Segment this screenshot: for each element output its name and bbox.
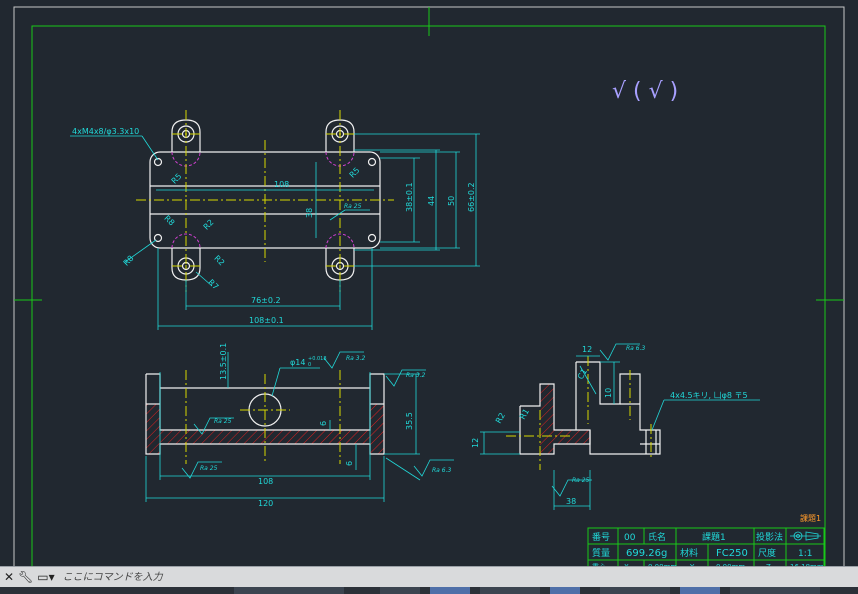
dim-44: 44 xyxy=(427,196,436,206)
dim-6-a: 6 xyxy=(319,421,328,426)
surface-symbols: √ ( √ ) xyxy=(612,79,678,104)
tb-r2-c3: 材料 xyxy=(680,547,698,559)
roughness-ra25-b: Ra 25 xyxy=(200,465,218,472)
dim-12-side-vertical: 12 xyxy=(471,438,480,448)
status-button[interactable] xyxy=(730,587,820,594)
dim-35-5: 35.5 xyxy=(405,412,414,430)
tb-r1-c4: 課題1 xyxy=(702,531,726,543)
title-label: 課題1 xyxy=(800,513,821,523)
wrench-icon[interactable]: 🔧︎ xyxy=(18,570,33,584)
dim-10: 10 xyxy=(604,388,613,398)
drawing-canvas[interactable]: √ ( √ ) 4xM4x8/φ3.3x10 R5 R5 R8 R8 R2 R2… xyxy=(0,0,858,594)
status-button[interactable] xyxy=(550,587,580,594)
dim-108-inner: 108 xyxy=(274,180,289,189)
dim-108-front: 108 xyxy=(258,477,273,486)
hole-note-top: 4xM4x8/φ3.3x10 xyxy=(72,127,139,136)
tb-r2-c6: 1:1 xyxy=(798,549,812,559)
tb-r2-c2: 699.26g xyxy=(626,548,667,559)
dim-38-tol: 38±0.1 xyxy=(405,182,414,212)
tb-r1-c2: 00 xyxy=(624,533,636,543)
roughness-ra32-a: Ra 3.2 xyxy=(346,355,365,362)
command-history-icon[interactable]: ▭▾ xyxy=(37,570,54,584)
hole-note-side: 4x4.5キリ, 凵φ8 〒5 xyxy=(670,391,748,400)
status-button[interactable] xyxy=(430,587,470,594)
dim-66: 66±0.2 xyxy=(467,182,476,212)
tb-r1-c5: 投影法 xyxy=(756,531,783,543)
dim-38-side: 38 xyxy=(566,497,576,506)
roughness-ra25-top: Ra 25 xyxy=(344,203,362,210)
dim-phi14: φ14 xyxy=(290,358,305,367)
dim-50: 50 xyxy=(447,196,456,206)
roughness-ra25-a: Ra 25 xyxy=(214,418,232,425)
tb-r2-c1: 質量 xyxy=(592,547,610,559)
status-button[interactable] xyxy=(600,587,670,594)
dim-76: 76±0.2 xyxy=(251,296,281,305)
dim-120: 120 xyxy=(258,499,273,508)
dim-12-side: 12 xyxy=(582,345,592,354)
dim-phi14-tol-lower: 0 xyxy=(308,362,311,368)
status-button[interactable] xyxy=(234,587,344,594)
status-bar xyxy=(0,587,858,594)
dim-108: 108±0.1 xyxy=(249,316,284,325)
tb-r1-c1: 番号 xyxy=(592,531,610,543)
roughness-ra25-side: Ra 25 xyxy=(572,477,590,484)
status-button[interactable] xyxy=(380,587,420,594)
roughness-ra63-side: Ra 6.3 xyxy=(626,345,645,352)
status-button[interactable] xyxy=(480,587,540,594)
tb-r1-c3: 氏名 xyxy=(648,531,666,543)
close-icon[interactable]: ✕ xyxy=(4,570,14,584)
command-input[interactable] xyxy=(60,568,565,586)
dim-6-b: 6 xyxy=(345,461,354,466)
status-button[interactable] xyxy=(680,587,720,594)
tb-r2-c5: 尺度 xyxy=(758,547,776,559)
dim-38: 38 xyxy=(305,208,314,218)
dim-13-5: 13.5±0.1 xyxy=(219,343,228,380)
tb-r2-c4: FC250 xyxy=(716,548,748,559)
roughness-ra32-b: Ra 3.2 xyxy=(406,372,425,379)
command-line: ✕ 🔧︎ ▭▾ xyxy=(0,566,858,587)
roughness-ra63: Ra 6.3 xyxy=(432,467,451,474)
